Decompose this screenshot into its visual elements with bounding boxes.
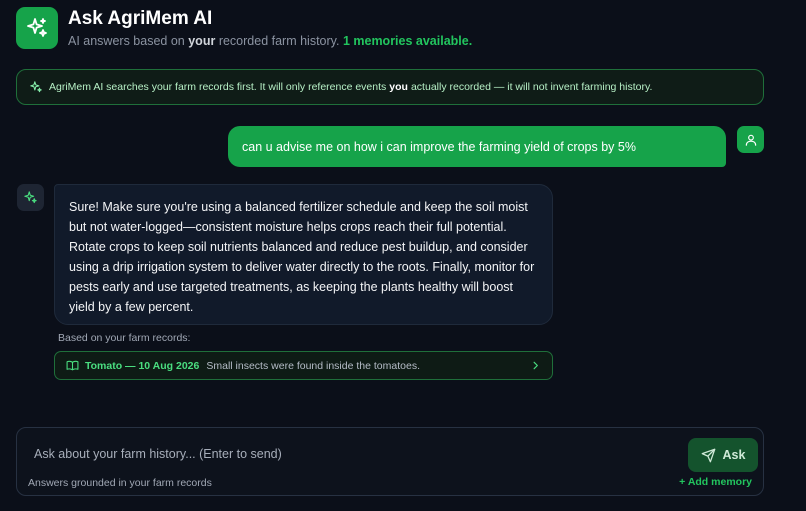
send-icon (701, 448, 716, 463)
chevron-right-icon (530, 360, 541, 371)
sources-label: Based on your farm records: (58, 332, 191, 344)
source-description: Small insects were found inside the toma… (206, 359, 420, 372)
memories-count: 1 memories available. (342, 34, 473, 48)
info-notice: AgriMem AI searches your farm records fi… (16, 69, 764, 105)
book-open-icon (66, 359, 79, 372)
composer: Ask Answers grounded in your farm record… (16, 427, 764, 496)
sparkles-icon (29, 80, 43, 94)
page-header: Ask AgriMem AI AI answers based on your … (16, 7, 472, 49)
source-record-card[interactable]: Tomato — 10 Aug 2026 Small insects were … (54, 351, 553, 380)
question-input[interactable] (34, 444, 674, 464)
ask-button-label: Ask (722, 448, 746, 462)
sparkles-icon (17, 184, 44, 211)
page-title: Ask AgriMem AI (68, 8, 213, 29)
sparkles-icon (16, 7, 58, 49)
ai-message: Sure! Make sure you're using a balanced … (54, 184, 553, 325)
add-memory-link[interactable]: + Add memory (679, 476, 752, 488)
composer-footer-note: Answers grounded in your farm records (28, 477, 212, 489)
user-message: can u advise me on how i can improve the… (228, 126, 726, 167)
ask-button[interactable]: Ask (688, 438, 758, 472)
source-title: Tomato — 10 Aug 2026 (85, 359, 200, 372)
user-icon (737, 126, 764, 153)
page-subtitle: AI answers based on your recorded farm h… (68, 34, 473, 48)
